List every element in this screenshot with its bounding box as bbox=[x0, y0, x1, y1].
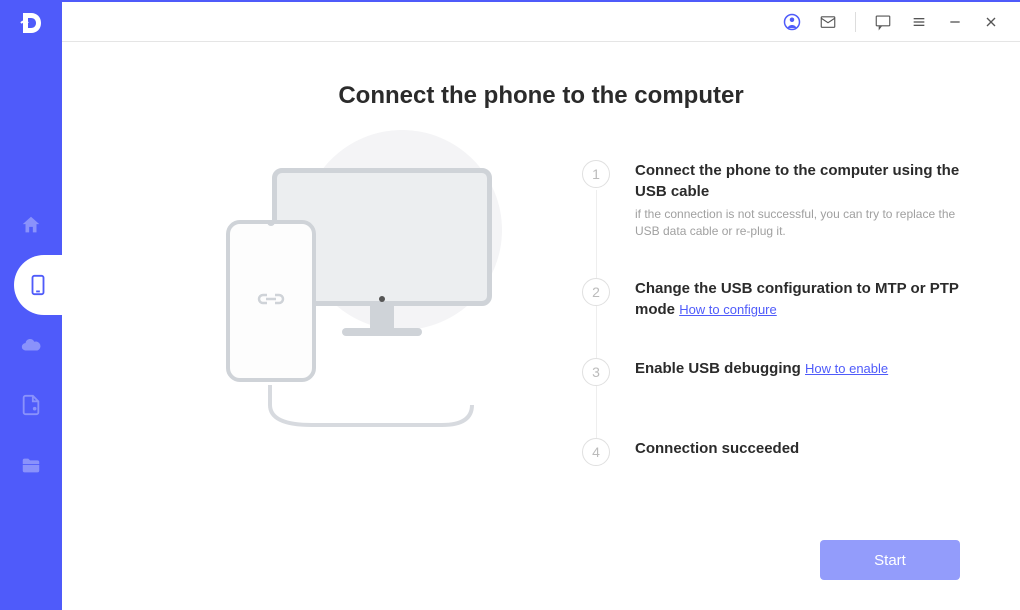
step-title: Connection succeeded bbox=[635, 438, 960, 459]
step-number: 4 bbox=[582, 438, 610, 466]
sidebar-item-cloud[interactable] bbox=[0, 315, 62, 375]
divider bbox=[855, 12, 856, 32]
phone-graphic bbox=[226, 220, 316, 382]
sidebar-item-folder[interactable] bbox=[0, 435, 62, 495]
how-to-enable-link[interactable]: How to enable bbox=[805, 361, 888, 376]
step-title: Connect the phone to the computer using … bbox=[635, 160, 960, 202]
minimize-icon[interactable] bbox=[946, 13, 964, 31]
step-3: 3 Enable USB debugging How to enable bbox=[582, 358, 960, 386]
mail-icon[interactable] bbox=[819, 13, 837, 31]
sidebar-item-document[interactable] bbox=[0, 375, 62, 435]
step-number: 1 bbox=[582, 160, 610, 188]
step-number: 2 bbox=[582, 278, 610, 306]
step-title: Change the USB configuration to MTP or P… bbox=[635, 278, 960, 320]
connection-illustration bbox=[122, 160, 542, 460]
topbar bbox=[62, 0, 1020, 42]
home-icon bbox=[20, 214, 42, 236]
phone-icon bbox=[27, 274, 49, 296]
cable-graphic bbox=[262, 385, 482, 455]
cloud-icon bbox=[20, 334, 42, 356]
step-desc: if the connection is not successful, you… bbox=[635, 206, 960, 240]
steps-list: 1 Connect the phone to the computer usin… bbox=[582, 160, 960, 520]
sidebar bbox=[0, 0, 62, 610]
close-icon[interactable] bbox=[982, 13, 1000, 31]
link-icon bbox=[256, 287, 286, 315]
main-area: Connect the phone to the computer bbox=[62, 0, 1020, 610]
start-button[interactable]: Start bbox=[820, 540, 960, 580]
step-number: 3 bbox=[582, 358, 610, 386]
menu-icon[interactable] bbox=[910, 13, 928, 31]
sidebar-item-phone[interactable] bbox=[14, 255, 62, 315]
content: Connect the phone to the computer bbox=[62, 42, 1020, 540]
chat-icon[interactable] bbox=[874, 13, 892, 31]
body-row: 1 Connect the phone to the computer usin… bbox=[122, 160, 960, 520]
user-icon[interactable] bbox=[783, 13, 801, 31]
step-title: Enable USB debugging How to enable bbox=[635, 358, 960, 379]
how-to-configure-link[interactable]: How to configure bbox=[679, 302, 777, 317]
step-2: 2 Change the USB configuration to MTP or… bbox=[582, 278, 960, 320]
document-icon bbox=[20, 394, 42, 416]
sidebar-item-home[interactable] bbox=[0, 195, 62, 255]
footer: Start bbox=[62, 540, 1020, 610]
step-4: 4 Connection succeeded bbox=[582, 438, 960, 466]
app-logo bbox=[0, 0, 62, 45]
folder-icon bbox=[20, 454, 42, 476]
page-title: Connect the phone to the computer bbox=[122, 82, 960, 110]
step-1: 1 Connect the phone to the computer usin… bbox=[582, 160, 960, 240]
